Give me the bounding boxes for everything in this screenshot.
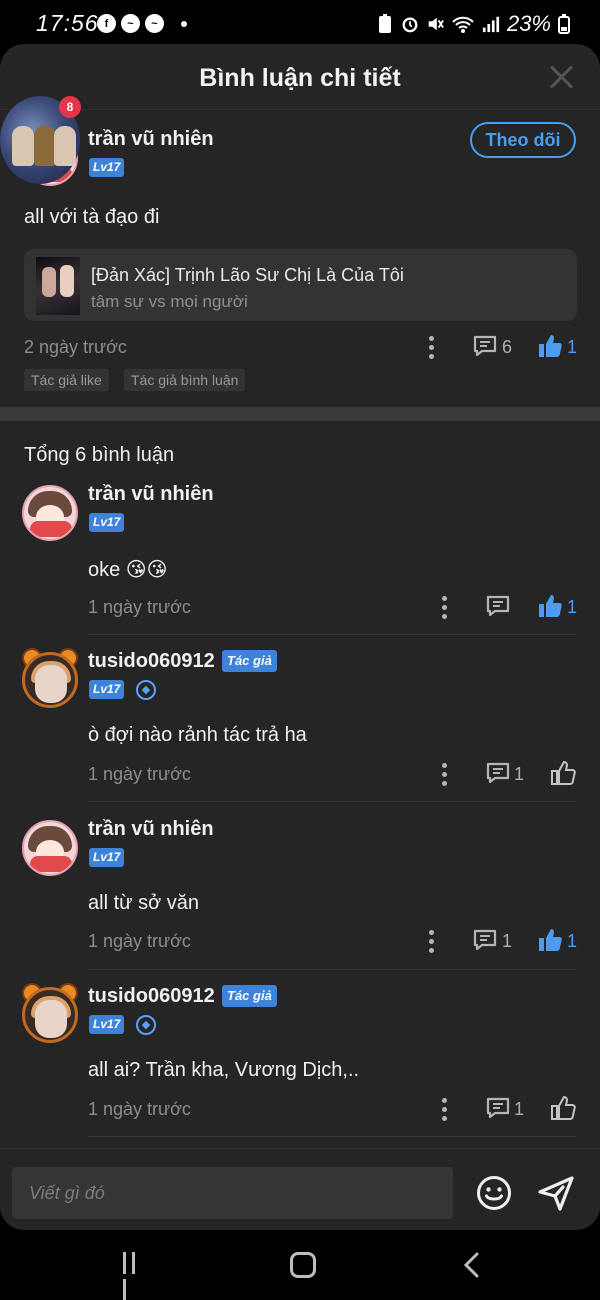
reply-text: ò đợi nào rảnh tác trả ha — [88, 724, 307, 746]
story-title: [Đản Xác] Trịnh Lão Sư Chị Là Của Tôi — [91, 265, 404, 285]
thumbs-up-icon[interactable] — [550, 1095, 576, 1121]
verified-shield-icon: ◆ — [136, 1015, 156, 1035]
reply-text: all ai? Trần kha, Vương Dịch,.. — [88, 1059, 360, 1081]
reply-count: 1 — [514, 1099, 525, 1119]
username[interactable]: trần vũ nhiên — [88, 128, 214, 151]
send-icon[interactable] — [536, 1173, 576, 1213]
thumbnail-figure — [12, 126, 34, 166]
username[interactable]: tusido060912 — [88, 650, 215, 673]
alarm-icon — [402, 17, 418, 33]
thumbs-up-icon[interactable] — [537, 593, 563, 619]
row-divider — [88, 1136, 576, 1137]
like-count: 1 — [567, 337, 578, 357]
avatar[interactable] — [22, 820, 78, 876]
story-card[interactable]: [Đản Xác] Trịnh Lão Sư Chị Là Của Tôi tâ… — [24, 249, 577, 321]
notification-count-badge: 8 — [59, 96, 81, 118]
close-button[interactable] — [548, 64, 574, 90]
messenger-icon: ~ — [121, 14, 140, 33]
row-divider — [88, 801, 576, 802]
reply-text: oke 😘😘 — [88, 559, 168, 581]
wifi-icon — [452, 16, 474, 33]
verified-shield-icon: ◆ — [136, 680, 156, 700]
more-options-icon[interactable] — [442, 1098, 448, 1122]
follow-button[interactable]: Theo dõi — [470, 122, 576, 158]
author-liked-tag: Tác giả like — [24, 369, 109, 391]
mute-icon — [428, 17, 444, 31]
reply-time: 1 ngày trước — [88, 597, 191, 617]
reply-time: 1 ngày trước — [88, 764, 191, 784]
like-count: 1 — [567, 597, 578, 617]
more-options-icon[interactable] — [429, 930, 435, 954]
row-divider — [88, 634, 576, 635]
like-count: 1 — [567, 931, 578, 951]
back-button[interactable] — [462, 1252, 482, 1278]
status-bar: 17:56 f ~ ~ 23% — [0, 0, 600, 46]
row-divider — [88, 969, 576, 970]
reply-text: all từ sở văn — [88, 892, 199, 914]
recent-apps-button[interactable] — [123, 1252, 149, 1300]
comment-icon[interactable] — [473, 929, 497, 951]
thumbnail-figure — [54, 126, 76, 166]
signal-icon — [482, 16, 500, 33]
reply-time: 1 ngày trước — [88, 1099, 191, 1119]
author-commented-tag: Tác giả bình luận — [124, 369, 246, 391]
more-options-icon[interactable] — [429, 336, 435, 360]
reply-count: 1 — [502, 931, 513, 951]
reply-count: 6 — [502, 337, 513, 357]
more-notifications-icon — [181, 20, 187, 27]
level-badge: Lv17 — [89, 848, 125, 867]
story-cover-image — [36, 257, 80, 315]
story-subtitle: tâm sự vs mọi người — [91, 292, 248, 311]
system-nav-bar — [0, 1230, 600, 1300]
avatar[interactable] — [22, 652, 78, 708]
replies-header: Tổng 6 bình luận — [24, 444, 175, 466]
more-options-icon[interactable] — [442, 596, 448, 620]
reply-time: 1 ngày trước — [88, 931, 191, 951]
comment-time: 2 ngày trước — [24, 337, 127, 357]
username[interactable]: tusido060912 — [88, 985, 215, 1008]
messenger-icon: ~ — [145, 14, 164, 33]
thumbs-up-icon[interactable] — [550, 760, 576, 786]
more-options-icon[interactable] — [442, 763, 448, 787]
comment-input-bar — [0, 1148, 600, 1230]
page-title: Bình luận chi tiết — [199, 64, 401, 92]
username[interactable]: trần vũ nhiên — [88, 818, 214, 841]
comment-icon[interactable] — [486, 1097, 510, 1119]
notification-icons: f ~ ~ — [97, 14, 187, 33]
battery-icon — [558, 14, 570, 34]
avatar[interactable] — [22, 485, 78, 541]
home-button[interactable] — [290, 1252, 316, 1278]
status-time: 17:56 — [36, 10, 99, 36]
system-icons: 23% — [376, 11, 570, 37]
sheet-header: Bình luận chi tiết — [0, 44, 600, 110]
level-badge: Lv17 — [89, 680, 125, 699]
thumbnail-figure — [34, 126, 56, 166]
facebook-icon: f — [97, 14, 116, 33]
comment-icon[interactable] — [486, 762, 510, 784]
emoji-icon[interactable] — [476, 1175, 512, 1211]
level-badge: Lv17 — [89, 1015, 125, 1034]
avatar[interactable] — [22, 987, 78, 1043]
author-badge: Tác giả — [222, 985, 277, 1007]
battery-percent: 23% — [506, 11, 551, 36]
thumbs-up-icon[interactable] — [537, 927, 563, 953]
battery-saver-icon — [378, 14, 391, 33]
section-divider — [0, 407, 600, 421]
reply-count: 1 — [514, 764, 525, 784]
comment-icon[interactable] — [473, 335, 497, 357]
level-badge: Lv17 — [89, 513, 125, 532]
thumbs-up-icon[interactable] — [537, 333, 563, 359]
comment-input[interactable] — [12, 1167, 453, 1219]
comment-detail-sheet: Bình luận chi tiết 8 trần vũ nhiên Lv17 … — [0, 44, 600, 1230]
author-badge: Tác giả — [222, 650, 277, 672]
level-badge: Lv17 — [89, 158, 125, 177]
comment-text: all với tà đạo đi — [24, 206, 160, 228]
comment-icon[interactable] — [486, 595, 510, 617]
username[interactable]: trần vũ nhiên — [88, 483, 214, 506]
